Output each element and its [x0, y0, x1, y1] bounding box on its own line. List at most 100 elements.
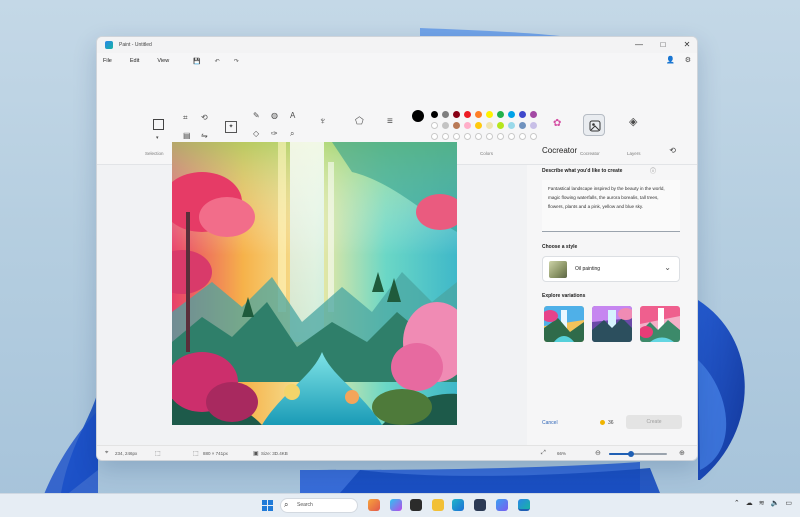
custom-color-slot[interactable]	[519, 133, 526, 140]
fit-to-window-icon[interactable]: ⤢	[541, 450, 546, 457]
prompt-input[interactable]: Fantastical landscape inspired by the be…	[542, 180, 680, 232]
custom-color-slot[interactable]	[431, 133, 438, 140]
taskbar-app-explorer[interactable]	[432, 499, 444, 511]
group-label-colors: Colors	[480, 151, 494, 156]
color-swatch[interactable]	[453, 122, 460, 129]
zoom-slider-thumb[interactable]	[628, 451, 635, 457]
settings-icon[interactable]: ⚙	[685, 56, 691, 64]
cocreator-button[interactable]	[583, 114, 605, 136]
selection-tool-icon[interactable]	[153, 119, 164, 130]
size-icon[interactable]: ≡	[387, 117, 393, 127]
shapes-icon[interactable]: ⬠	[355, 117, 364, 127]
fill-icon[interactable]: ◍	[271, 111, 278, 121]
color-swatch[interactable]	[508, 122, 515, 129]
variation-thumbnail-1[interactable]	[544, 306, 584, 342]
custom-color-slot[interactable]	[497, 133, 504, 140]
taskbar-app-taskview[interactable]	[410, 499, 422, 511]
eraser-icon[interactable]: ◇	[253, 129, 259, 139]
zoom-slider[interactable]	[609, 451, 667, 457]
color-swatch[interactable]	[530, 122, 537, 129]
custom-color-slot[interactable]	[442, 133, 449, 140]
info-icon[interactable]: ⓘ	[650, 166, 656, 175]
taskbar-app-edge[interactable]	[452, 499, 464, 511]
undo-icon[interactable]: ↶	[215, 58, 220, 65]
window-title: Paint - Untitled	[119, 42, 152, 48]
custom-color-slot[interactable]	[486, 133, 493, 140]
cancel-button[interactable]: Cancel	[542, 420, 558, 426]
start-logo-tile	[262, 506, 267, 511]
color-swatch[interactable]	[497, 122, 504, 129]
taskbar-app-widgets[interactable]	[368, 499, 380, 511]
resize-icon[interactable]: ▤	[183, 131, 191, 141]
create-button[interactable]: Create	[626, 415, 682, 429]
custom-color-slot[interactable]	[453, 133, 460, 140]
menu-file[interactable]: File	[103, 58, 112, 64]
rotate-icon[interactable]: ⟲	[201, 113, 208, 123]
battery-icon[interactable]: ▭	[785, 499, 792, 507]
custom-color-slot[interactable]	[475, 133, 482, 140]
zoom-level[interactable]: 66%	[557, 451, 566, 456]
menu-edit[interactable]: Edit	[130, 58, 139, 64]
color-swatch[interactable]	[464, 111, 471, 118]
primary-color-swatch[interactable]	[412, 110, 424, 122]
edit-colors-icon[interactable]: ✿	[553, 119, 561, 129]
zoom-in-icon[interactable]: ⊕	[679, 449, 685, 457]
color-swatch[interactable]	[519, 111, 526, 118]
wifi-icon[interactable]: ≋	[759, 499, 765, 507]
custom-color-slot[interactable]	[464, 133, 471, 140]
status-bar: ⌖ 234, 246px ⬚ ⬚ 880 × 741px ▣ Size: 3D.…	[97, 445, 697, 460]
maximize-button[interactable]: □	[657, 39, 669, 51]
start-button[interactable]	[262, 500, 273, 511]
color-picker-icon[interactable]: ✑	[271, 129, 278, 139]
brush-icon[interactable]: ♆	[319, 117, 327, 127]
color-swatch[interactable]	[508, 111, 515, 118]
crop-icon[interactable]: ⌗	[183, 113, 188, 123]
color-swatch[interactable]	[442, 111, 449, 118]
history-icon[interactable]: ⟲	[669, 146, 676, 155]
close-button[interactable]: ✕	[681, 39, 693, 51]
canvas-image[interactable]	[172, 142, 457, 425]
flip-icon[interactable]: ⇋	[201, 131, 208, 141]
save-icon[interactable]: 💾	[193, 58, 200, 65]
minimize-button[interactable]: —	[633, 39, 645, 51]
color-swatch[interactable]	[486, 122, 493, 129]
color-swatch[interactable]	[497, 111, 504, 118]
variation-thumbnail-2[interactable]	[592, 306, 632, 342]
color-swatch[interactable]	[464, 122, 471, 129]
color-swatch[interactable]	[453, 111, 460, 118]
color-swatch[interactable]	[475, 122, 482, 129]
taskbar-app-copilot[interactable]	[390, 499, 402, 511]
magnifier-icon[interactable]: ⌕	[290, 129, 294, 139]
color-swatch[interactable]	[431, 122, 438, 129]
color-swatch[interactable]	[530, 111, 537, 118]
color-swatch[interactable]	[519, 122, 526, 129]
color-swatch[interactable]	[475, 111, 482, 118]
menu-view[interactable]: View	[157, 58, 169, 64]
volume-icon[interactable]: 🔈	[771, 499, 780, 507]
variation-thumbnail-3[interactable]	[640, 306, 680, 342]
pencil-icon[interactable]: ✎	[253, 111, 260, 121]
color-swatch[interactable]	[486, 111, 493, 118]
credits-value: 36	[608, 420, 614, 426]
color-swatch[interactable]	[442, 122, 449, 129]
cursor-position-icon: ⌖	[105, 450, 109, 456]
account-icon[interactable]: 👤	[666, 56, 675, 64]
style-value: Oil painting	[575, 266, 601, 272]
text-icon[interactable]: A	[290, 111, 295, 121]
taskbar-search[interactable]: Search	[280, 498, 358, 513]
cloud-icon[interactable]: ☁	[746, 499, 753, 507]
color-swatch[interactable]	[431, 111, 438, 118]
layers-icon[interactable]: ◈	[629, 117, 637, 128]
custom-color-slot[interactable]	[508, 133, 515, 140]
redo-icon[interactable]: ↷	[234, 58, 239, 65]
chevron-up-icon[interactable]: ⌃	[734, 499, 740, 507]
image-select-icon[interactable]: ✦	[225, 121, 237, 133]
variations-label: Explore variations	[542, 293, 586, 299]
taskbar-app-photos[interactable]	[496, 499, 508, 511]
start-logo-tile	[262, 500, 267, 505]
taskbar-app-store[interactable]	[474, 499, 486, 511]
taskbar-app-paint[interactable]	[518, 499, 530, 511]
selection-dropdown-icon[interactable]: ▾	[156, 133, 159, 143]
zoom-out-icon[interactable]: ⊖	[595, 449, 601, 457]
style-dropdown[interactable]: Oil painting ⌄	[542, 256, 680, 282]
